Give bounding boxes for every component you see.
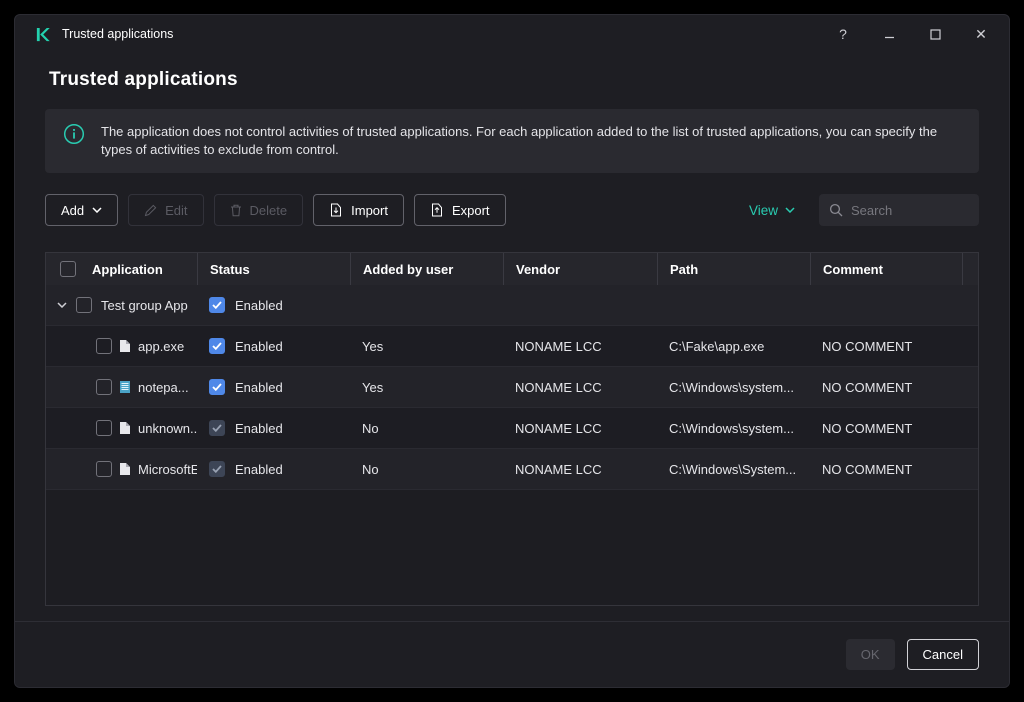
- column-header: Added by user: [350, 253, 503, 285]
- edit-button-label: Edit: [165, 203, 187, 218]
- delete-button-label: Delete: [250, 203, 288, 218]
- row-checkbox[interactable]: [76, 297, 92, 313]
- import-button-label: Import: [351, 203, 388, 218]
- add-button-label: Add: [61, 203, 84, 218]
- chevron-down-icon: [92, 207, 102, 213]
- search-input[interactable]: [851, 203, 969, 218]
- group-name: Test group App: [101, 298, 188, 313]
- export-icon: [430, 203, 444, 217]
- search-icon: [829, 203, 843, 217]
- footer: OK Cancel: [15, 621, 1009, 687]
- vendor: NONAME LCC: [503, 449, 657, 489]
- column-header: Status: [197, 253, 350, 285]
- column-header: Vendor: [503, 253, 657, 285]
- toolbar: Add Edit Delete Import Export View: [45, 194, 979, 226]
- added-by-user: Yes: [350, 326, 503, 366]
- path: C:\Fake\app.exe: [657, 326, 810, 366]
- application-name: MicrosoftE...: [138, 462, 197, 477]
- select-all-checkbox[interactable]: [60, 261, 76, 277]
- comment: NO COMMENT: [810, 367, 962, 407]
- application-name: notepa...: [138, 380, 189, 395]
- export-button[interactable]: Export: [414, 194, 506, 226]
- ok-button[interactable]: OK: [846, 639, 895, 670]
- row-checkbox[interactable]: [96, 379, 112, 395]
- pencil-icon: [144, 204, 157, 217]
- applications-table: Application Status Added by user Vendor …: [45, 252, 979, 606]
- enabled-checkbox[interactable]: [209, 379, 225, 395]
- table-row[interactable]: notepa... Enabled Yes NONAME LCC C:\Wind…: [46, 367, 978, 408]
- import-button[interactable]: Import: [313, 194, 404, 226]
- add-button[interactable]: Add: [45, 194, 118, 226]
- vendor: NONAME LCC: [503, 326, 657, 366]
- vendor: NONAME LCC: [503, 408, 657, 448]
- column-header-spacer: [962, 253, 978, 285]
- info-text: The application does not control activit…: [101, 123, 951, 159]
- enabled-checkbox[interactable]: [209, 338, 225, 354]
- row-checkbox[interactable]: [96, 461, 112, 477]
- path: C:\Windows\system...: [657, 367, 810, 407]
- application-name: app.exe: [138, 339, 184, 354]
- table-row-group[interactable]: Test group App Enabled: [46, 285, 978, 326]
- status-label: Enabled: [235, 380, 283, 395]
- comment: NO COMMENT: [810, 408, 962, 448]
- column-header: Path: [657, 253, 810, 285]
- path: C:\Windows\system...: [657, 408, 810, 448]
- status-label: Enabled: [235, 421, 283, 436]
- table-header: Application Status Added by user Vendor …: [46, 253, 978, 285]
- titlebar: Trusted applications ? ✕: [15, 15, 1009, 53]
- added-by-user: No: [350, 408, 503, 448]
- edit-button[interactable]: Edit: [128, 194, 203, 226]
- vendor: NONAME LCC: [503, 367, 657, 407]
- info-banner: The application does not control activit…: [45, 109, 979, 173]
- trash-icon: [230, 204, 242, 217]
- comment: NO COMMENT: [810, 449, 962, 489]
- enabled-checkbox[interactable]: [209, 420, 225, 436]
- help-button[interactable]: ?: [835, 26, 851, 42]
- column-header: Comment: [810, 253, 962, 285]
- kaspersky-logo-icon: [35, 27, 50, 42]
- chevron-down-icon: [785, 207, 795, 213]
- minimize-button[interactable]: [881, 26, 897, 42]
- status-label: Enabled: [235, 462, 283, 477]
- application-name: unknown....: [138, 421, 197, 436]
- info-icon: [63, 123, 85, 159]
- close-button[interactable]: ✕: [973, 26, 989, 42]
- row-checkbox[interactable]: [96, 420, 112, 436]
- page-title: Trusted applications: [49, 69, 979, 91]
- table-row[interactable]: unknown.... Enabled No NONAME LCC C:\Win…: [46, 408, 978, 449]
- enabled-checkbox[interactable]: [209, 461, 225, 477]
- comment: NO COMMENT: [810, 326, 962, 366]
- view-dropdown[interactable]: View: [749, 203, 795, 218]
- enabled-checkbox[interactable]: [209, 297, 225, 313]
- status-label: Enabled: [235, 298, 283, 313]
- window-title: Trusted applications: [62, 27, 173, 41]
- table-row[interactable]: app.exe Enabled Yes NONAME LCC C:\Fake\a…: [46, 326, 978, 367]
- added-by-user: Yes: [350, 367, 503, 407]
- file-icon: [119, 421, 131, 435]
- search-box: [819, 194, 979, 226]
- file-icon: [119, 462, 131, 476]
- import-icon: [329, 203, 343, 217]
- file-icon: [119, 339, 131, 353]
- cancel-button[interactable]: Cancel: [907, 639, 979, 670]
- collapse-chevron-icon[interactable]: [57, 302, 67, 308]
- content-area: Trusted applications The application doe…: [15, 53, 1009, 621]
- path: C:\Windows\System...: [657, 449, 810, 489]
- view-dropdown-label: View: [749, 203, 778, 218]
- added-by-user: No: [350, 449, 503, 489]
- maximize-button[interactable]: [927, 26, 943, 42]
- export-button-label: Export: [452, 203, 490, 218]
- notepad-icon: [119, 380, 131, 394]
- table-row[interactable]: MicrosoftE... Enabled No NONAME LCC C:\W…: [46, 449, 978, 490]
- trusted-applications-window: Trusted applications ? ✕ Trusted applica…: [14, 14, 1010, 688]
- row-checkbox[interactable]: [96, 338, 112, 354]
- delete-button[interactable]: Delete: [214, 194, 304, 226]
- status-label: Enabled: [235, 339, 283, 354]
- column-header: Application: [92, 262, 163, 277]
